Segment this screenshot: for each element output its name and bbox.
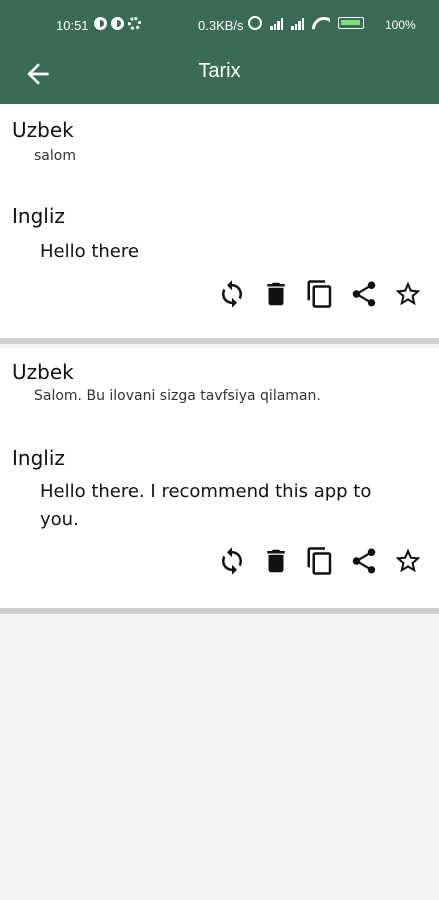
- app-header: 10:51 0.3KB/s 100% Tarix: [0, 0, 439, 104]
- battery-percent: 100%: [385, 18, 416, 32]
- app-notification-icon: [94, 17, 107, 30]
- share-button[interactable]: [349, 546, 379, 576]
- action-bar: [217, 279, 423, 309]
- trash-icon: [267, 549, 285, 573]
- source-language-label: Uzbek: [12, 360, 74, 384]
- history-card: Uzbek Salom. Bu ilovani sizga tavfsiya q…: [0, 348, 439, 614]
- translated-text: Hello there: [40, 241, 139, 262]
- source-text: Salom. Bu ilovani sizga tavfsiya qilaman…: [34, 388, 321, 404]
- signal-4g-icon: [291, 17, 304, 30]
- delete-button[interactable]: [261, 279, 291, 309]
- favorite-button[interactable]: [393, 546, 423, 576]
- signal-icon: [270, 17, 283, 30]
- app-bar: Tarix: [0, 48, 439, 98]
- copy-button[interactable]: [305, 279, 335, 309]
- delete-button[interactable]: [261, 546, 291, 576]
- copy-icon: [307, 280, 332, 308]
- trash-icon: [267, 282, 285, 306]
- favorite-button[interactable]: [393, 279, 423, 309]
- wifi-icon: [312, 17, 330, 30]
- star-outline-icon: [395, 548, 421, 573]
- settings-icon: [128, 17, 141, 30]
- share-icon: [352, 548, 376, 574]
- share-icon: [352, 281, 376, 307]
- action-bar: [217, 546, 423, 576]
- notification-icons: [94, 17, 141, 30]
- reverse-button[interactable]: [217, 546, 247, 576]
- source-language-label: Uzbek: [12, 118, 74, 142]
- star-outline-icon: [395, 281, 421, 306]
- source-text: salom: [34, 148, 76, 164]
- target-language-label: Ingliz: [12, 204, 65, 228]
- copy-icon: [307, 547, 332, 575]
- history-card: Uzbek salom Ingliz Hello there: [0, 104, 439, 344]
- reverse-button[interactable]: [217, 279, 247, 309]
- battery-icon: [338, 17, 364, 29]
- share-button[interactable]: [349, 279, 379, 309]
- status-bar: 10:51 0.3KB/s 100%: [0, 14, 439, 38]
- target-language-label: Ingliz: [12, 446, 65, 470]
- system-icons: [248, 16, 364, 30]
- alarm-icon: [248, 16, 262, 30]
- copy-button[interactable]: [305, 546, 335, 576]
- network-speed: 0.3KB/s: [198, 18, 244, 33]
- refresh-icon: [222, 547, 242, 575]
- status-time: 10:51: [56, 18, 89, 33]
- app-notification-icon: [111, 17, 124, 30]
- translated-text: Hello there. I recommend this app to you…: [40, 481, 372, 530]
- refresh-icon: [222, 280, 242, 308]
- page-title: Tarix: [198, 60, 241, 82]
